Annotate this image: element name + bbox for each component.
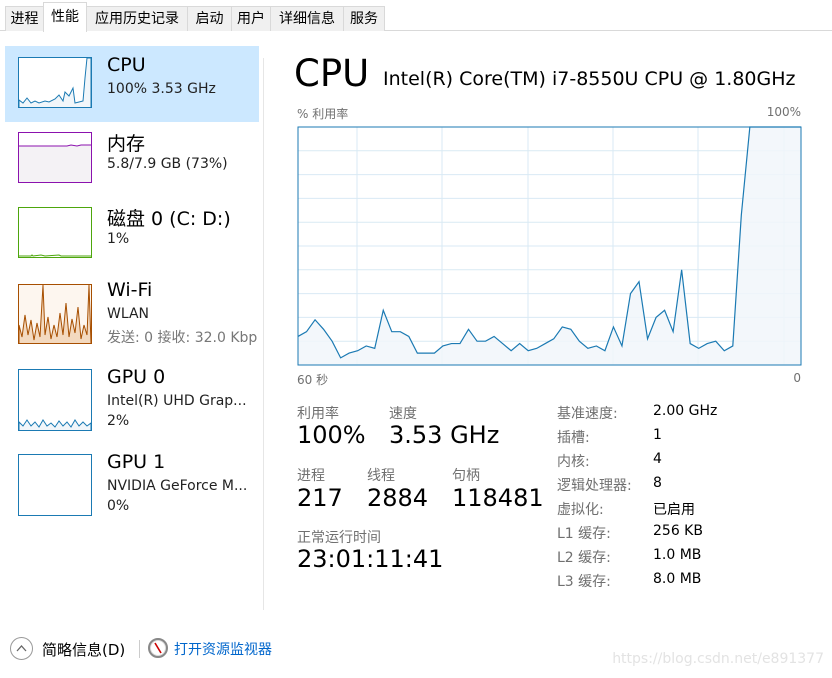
sidebar-sub2: 0% <box>107 498 130 514</box>
sidebar-sub: WLAN <box>107 306 150 322</box>
gpu0-thumbnail-graph <box>18 369 92 431</box>
sidebar-sub: 5.8/7.9 GB (73%) <box>107 156 228 172</box>
spec-value: 8.0 MB <box>653 571 702 587</box>
tab-performance[interactable]: 性能 <box>43 2 87 32</box>
spec-label: 插槽: <box>557 430 590 446</box>
spec-value: 1.0 MB <box>653 547 702 563</box>
collapse-icon[interactable] <box>10 637 33 660</box>
spec-label: L2 缓存: <box>557 550 611 566</box>
util-label: 利用率 <box>297 406 339 422</box>
sidebar-title: 磁盘 0 (C: D:) <box>107 208 231 230</box>
sidebar-title: GPU 0 <box>107 366 166 388</box>
disk-thumbnail-graph <box>18 207 92 258</box>
resource-monitor-icon <box>148 638 168 658</box>
spec-label: 虚拟化: <box>557 502 604 518</box>
sidebar-item-memory[interactable]: 内存 5.8/7.9 GB (73%) <box>5 121 259 197</box>
tab-processes[interactable]: 进程 <box>5 6 44 31</box>
chart-series-line <box>297 126 801 359</box>
open-resource-monitor-link[interactable]: 打开资源监视器 <box>174 639 272 659</box>
spec-label: L3 缓存: <box>557 574 611 590</box>
cpu-thumbnail-graph <box>18 57 92 108</box>
sidebar-item-gpu0[interactable]: GPU 0 Intel(R) UHD Grap... 2% <box>5 356 259 432</box>
spec-label: 内核: <box>557 454 590 470</box>
processes-value: 217 <box>297 484 343 512</box>
tab-startup[interactable]: 启动 <box>187 6 232 31</box>
spec-value: 已启用 <box>653 502 695 518</box>
chart-x-left: 60 秒 <box>297 373 329 387</box>
sidebar-divider <box>263 58 264 610</box>
brief-info-button[interactable]: 简略信息(D) <box>42 639 125 660</box>
sidebar-item-wifi[interactable]: Wi-Fi WLAN 发送: 0 接收: 32.0 Kbp <box>5 271 259 347</box>
spec-label: 逻辑处理器: <box>557 478 632 494</box>
page-title: CPU <box>294 52 370 95</box>
sidebar-sub: NVIDIA GeForce M... <box>107 478 248 494</box>
speed-value: 3.53 GHz <box>389 421 500 449</box>
uptime-label: 正常运行时间 <box>297 530 381 546</box>
spec-value: 1 <box>653 427 662 443</box>
handles-label: 句柄 <box>452 468 480 484</box>
sidebar-title: Wi-Fi <box>107 279 153 301</box>
memory-thumbnail-graph <box>18 132 92 183</box>
spec-value: 4 <box>653 451 662 467</box>
processes-label: 进程 <box>297 468 325 484</box>
gpu1-thumbnail-graph <box>18 454 92 516</box>
footer-divider <box>139 640 140 658</box>
sidebar-sub: 100% 3.53 GHz <box>107 81 216 97</box>
tab-services[interactable]: 服务 <box>343 6 385 31</box>
sidebar-sub2: 发送: 0 接收: 32.0 Kbp <box>107 330 258 346</box>
threads-value: 2884 <box>367 484 429 512</box>
spec-label: L1 缓存: <box>557 526 611 542</box>
sidebar-title: GPU 1 <box>107 451 166 473</box>
chart-y-label: % 利用率 <box>297 107 349 121</box>
tab-bar: 进程 性能 应用历史记录 启动 用户 详细信息 服务 <box>0 0 832 32</box>
handles-value: 118481 <box>452 484 544 512</box>
tab-app-history[interactable]: 应用历史记录 <box>86 6 188 31</box>
wifi-thumbnail-graph <box>18 284 92 344</box>
sidebar-item-gpu1[interactable]: GPU 1 NVIDIA GeForce M... 0% <box>5 441 259 517</box>
sidebar-title: 内存 <box>107 133 146 155</box>
sidebar-title: CPU <box>107 54 146 76</box>
speed-label: 速度 <box>389 406 417 422</box>
sidebar-sub: 1% <box>107 231 130 247</box>
spec-label: 基准速度: <box>557 406 618 422</box>
cpu-model: Intel(R) Core(TM) i7-8550U CPU @ 1.80GHz <box>383 68 796 90</box>
chart-x-right: 0 <box>793 371 801 385</box>
watermark: https://blog.csdn.net/e891377 <box>612 651 824 667</box>
chart-y-max: 100% <box>766 105 801 119</box>
uptime-value: 23:01:11:41 <box>297 545 444 573</box>
sidebar-item-cpu[interactable]: CPU 100% 3.53 GHz <box>5 46 259 122</box>
cpu-usage-chart <box>297 126 802 366</box>
util-value: 100% <box>297 421 366 449</box>
spec-value: 2.00 GHz <box>653 403 718 419</box>
threads-label: 线程 <box>367 468 395 484</box>
sidebar-item-disk[interactable]: 磁盘 0 (C: D:) 1% <box>5 196 259 272</box>
tab-users[interactable]: 用户 <box>231 6 271 31</box>
spec-value: 256 KB <box>653 523 703 539</box>
sidebar-sub: Intel(R) UHD Grap... <box>107 393 247 409</box>
sidebar-sub2: 2% <box>107 413 130 429</box>
spec-value: 8 <box>653 475 662 491</box>
tab-details[interactable]: 详细信息 <box>270 6 344 31</box>
